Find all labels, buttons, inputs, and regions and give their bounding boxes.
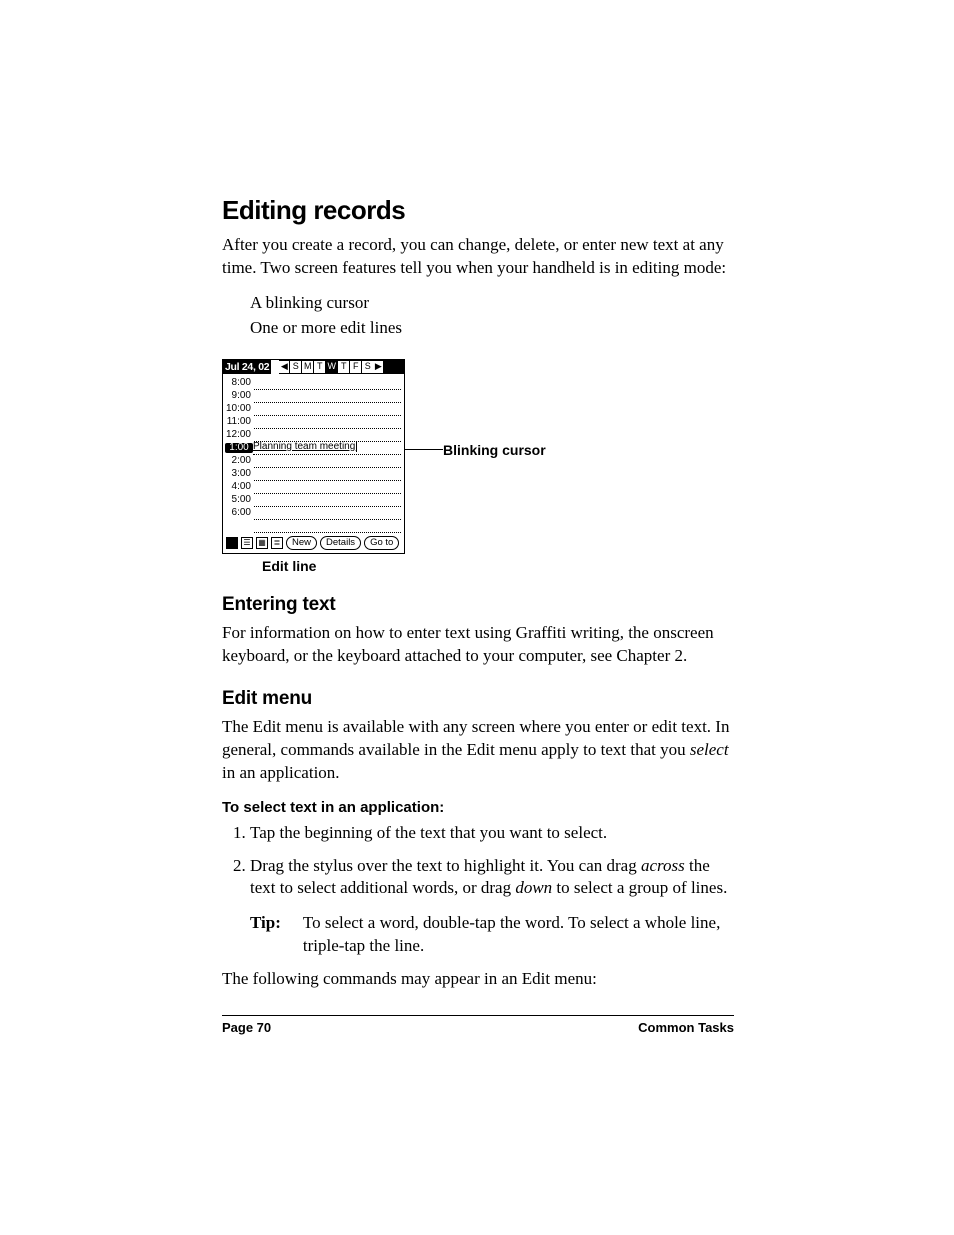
- step-2-down: down: [515, 878, 552, 897]
- time-row: 9:00: [223, 390, 401, 403]
- time-entry[interactable]: [254, 520, 401, 533]
- time-entry-active[interactable]: Planning team meeting: [253, 442, 401, 455]
- feature-item-cursor: A blinking cursor: [250, 290, 734, 316]
- time-entry[interactable]: [254, 481, 401, 494]
- handheld-bottom-bar: ☰ ▦ ≣ New Details Go to: [223, 533, 404, 553]
- time-entry[interactable]: [254, 416, 401, 429]
- tip-text: To select a word, double-tap the word. T…: [303, 912, 734, 958]
- blinking-cursor-icon: [356, 442, 357, 452]
- time-row: 11:00: [223, 416, 401, 429]
- time-row: 5:00: [223, 494, 401, 507]
- day-s2[interactable]: S: [361, 361, 373, 373]
- document-page: Editing records After you create a recor…: [0, 0, 954, 1235]
- day-w-selected[interactable]: W: [325, 361, 337, 373]
- next-arrow-icon[interactable]: ▶: [373, 361, 383, 373]
- day-t[interactable]: T: [313, 361, 325, 373]
- time-label[interactable]: 8:00: [223, 378, 254, 388]
- callout-group: Blinking cursor: [443, 359, 546, 458]
- day-f[interactable]: F: [349, 361, 361, 373]
- time-entry[interactable]: [254, 494, 401, 507]
- heading-editing-records: Editing records: [222, 195, 734, 226]
- time-entry[interactable]: [254, 507, 401, 520]
- tip-row: Tip: To select a word, double-tap the wo…: [250, 912, 734, 958]
- callout-edit-line: Edit line: [262, 558, 734, 574]
- page-footer: Page 70 Common Tasks: [222, 1015, 734, 1035]
- day-s[interactable]: S: [289, 361, 301, 373]
- callout-blinking-cursor: Blinking cursor: [443, 442, 546, 458]
- time-label[interactable]: 2:00: [223, 456, 254, 466]
- step-2-a: Drag the stylus over the text to highlig…: [250, 856, 641, 875]
- time-label[interactable]: 11:00: [223, 417, 254, 427]
- tip-label: Tip:: [250, 912, 281, 958]
- time-label[interactable]: 5:00: [223, 495, 254, 505]
- step-2-across: across: [641, 856, 685, 875]
- feature-item-editlines: One or more edit lines: [250, 315, 734, 341]
- time-entry[interactable]: [254, 468, 401, 481]
- day-picker[interactable]: S M T W T F S: [289, 360, 373, 374]
- handheld-date: Jul 24, 02: [223, 362, 271, 373]
- time-label[interactable]: 10:00: [223, 404, 254, 414]
- time-row-empty: [223, 520, 401, 533]
- time-entry[interactable]: [254, 403, 401, 416]
- editmenu-intro-2: in an application.: [222, 763, 340, 782]
- editmenu-intro-1: The Edit menu is available with any scre…: [222, 717, 729, 759]
- intro-paragraph: After you create a record, you can chang…: [222, 234, 734, 280]
- figure-row: Jul 24, 02 ◀ S M T W T F S ▶ 8:00 9:00 1…: [222, 359, 734, 554]
- footer-section-title: Common Tasks: [638, 1020, 734, 1035]
- step-2-c: to select a group of lines.: [552, 878, 727, 897]
- handheld-screenshot: Jul 24, 02 ◀ S M T W T F S ▶ 8:00 9:00 1…: [222, 359, 405, 554]
- time-row: 8:00: [223, 377, 401, 390]
- view-week-icon[interactable]: ☰: [241, 537, 253, 549]
- entry-text: Planning team meeting: [253, 441, 355, 452]
- new-button[interactable]: New: [286, 536, 317, 550]
- day-m[interactable]: M: [301, 361, 313, 373]
- time-label[interactable]: 3:00: [223, 469, 254, 479]
- time-label[interactable]: 9:00: [223, 391, 254, 401]
- time-label-selected[interactable]: 1:00: [225, 443, 253, 453]
- time-label[interactable]: 6:00: [223, 508, 254, 518]
- time-row: 6:00: [223, 507, 401, 520]
- time-label[interactable]: 12:00: [223, 430, 254, 440]
- footer-rule: [222, 1015, 734, 1016]
- editmenu-intro-paragraph: The Edit menu is available with any scre…: [222, 716, 734, 785]
- time-row-selected: 1:00 Planning team meeting: [223, 442, 401, 455]
- topbar-gap: [271, 360, 279, 374]
- procedure-steps: Tap the beginning of the text that you w…: [222, 822, 734, 959]
- handheld-time-rows: 8:00 9:00 10:00 11:00 12:00 1:00 Plannin…: [223, 374, 404, 533]
- time-row: 10:00: [223, 403, 401, 416]
- step-2: Drag the stylus over the text to highlig…: [250, 855, 734, 959]
- handheld-topbar: Jul 24, 02 ◀ S M T W T F S ▶: [223, 360, 404, 374]
- view-day-icon[interactable]: [226, 537, 238, 549]
- heading-entering-text: Entering text: [222, 594, 734, 616]
- time-row: 2:00: [223, 455, 401, 468]
- time-entry[interactable]: [254, 377, 401, 390]
- goto-button[interactable]: Go to: [364, 536, 399, 550]
- editmenu-intro-italic: select: [690, 740, 729, 759]
- prev-arrow-icon[interactable]: ◀: [279, 361, 289, 373]
- details-button[interactable]: Details: [320, 536, 361, 550]
- entering-text-paragraph: For information on how to enter text usi…: [222, 622, 734, 668]
- procedure-heading: To select text in an application:: [222, 799, 734, 816]
- time-row: 3:00: [223, 468, 401, 481]
- callout-leader-line: [405, 449, 443, 450]
- time-entry[interactable]: [254, 455, 401, 468]
- heading-edit-menu: Edit menu: [222, 688, 734, 710]
- time-entry[interactable]: [254, 390, 401, 403]
- time-row: 4:00: [223, 481, 401, 494]
- view-agenda-icon[interactable]: ≣: [271, 537, 283, 549]
- time-label[interactable]: 4:00: [223, 482, 254, 492]
- closing-paragraph: The following commands may appear in an …: [222, 968, 734, 991]
- view-month-icon[interactable]: ▦: [256, 537, 268, 549]
- footer-page-number: Page 70: [222, 1020, 271, 1035]
- step-1: Tap the beginning of the text that you w…: [250, 822, 734, 845]
- feature-list: A blinking cursor One or more edit lines: [222, 290, 734, 341]
- day-t2[interactable]: T: [337, 361, 349, 373]
